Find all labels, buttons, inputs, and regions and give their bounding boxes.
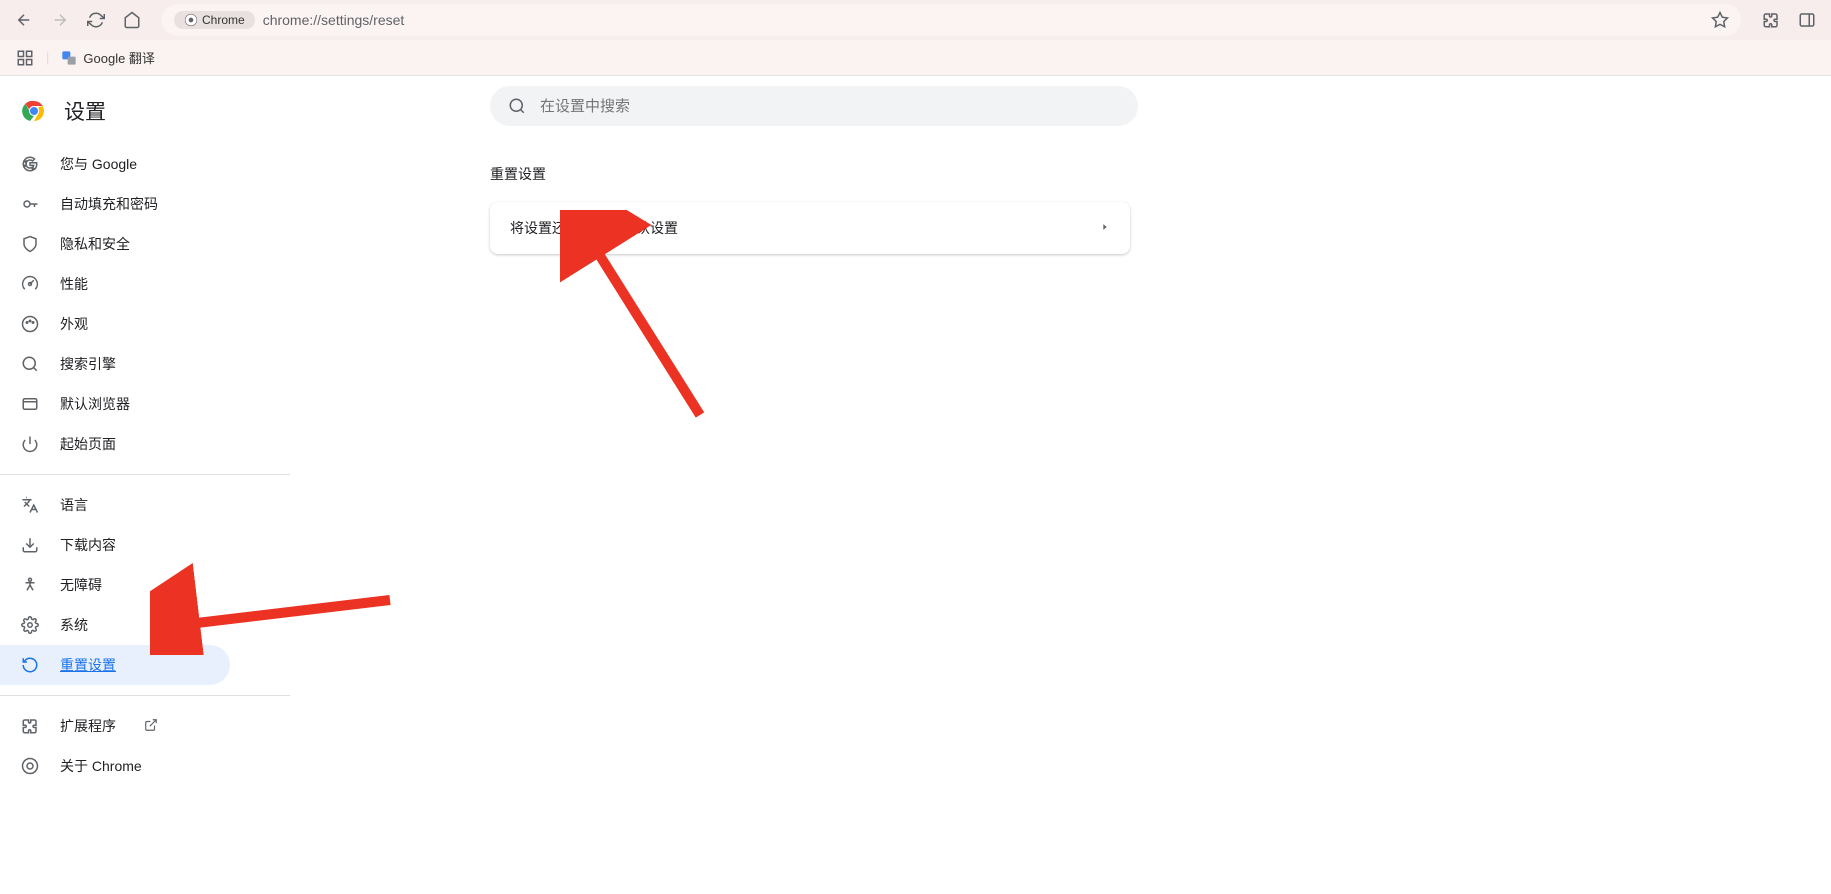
sidebar-item-label: 关于 Chrome xyxy=(60,756,142,776)
sidebar-item-languages[interactable]: 语言 xyxy=(0,485,290,525)
reload-button[interactable] xyxy=(82,6,110,34)
translate-icon xyxy=(61,50,77,66)
arrow-right-icon xyxy=(51,11,69,29)
reset-icon xyxy=(20,655,40,675)
gauge-icon xyxy=(20,274,40,294)
sidebar-divider xyxy=(0,474,290,475)
sidebar-item-label: 性能 xyxy=(60,274,88,294)
palette-icon xyxy=(20,314,40,334)
extensions-button[interactable] xyxy=(1757,6,1785,34)
bookmark-separator: | xyxy=(46,50,49,65)
sidebar-item-privacy[interactable]: 隐私和安全 xyxy=(0,224,290,264)
browser-icon xyxy=(20,394,40,414)
puzzle-icon xyxy=(20,716,40,736)
sidebar-item-label: 外观 xyxy=(60,314,88,334)
sidebar-title: 设置 xyxy=(64,96,106,126)
search-container xyxy=(490,86,1138,126)
settings-search-box[interactable] xyxy=(490,86,1138,126)
accessibility-icon xyxy=(20,575,40,595)
chevron-right-icon xyxy=(1100,219,1110,237)
back-button[interactable] xyxy=(10,6,38,34)
sidebar-item-label: 默认浏览器 xyxy=(60,394,130,414)
sidebar-divider xyxy=(0,695,290,696)
external-link-icon xyxy=(144,718,158,735)
url-chip: Chrome xyxy=(174,11,255,29)
sidebar-item-search-engine[interactable]: 搜索引擎 xyxy=(0,344,290,384)
content-area: 设置 您与 Google 自动填充和密码 隐私和安全 性能 外观 xyxy=(0,76,1831,894)
power-icon xyxy=(20,434,40,454)
card-label: 将设置还原为原始默认设置 xyxy=(510,218,678,238)
sidebar-item-about[interactable]: 关于 Chrome xyxy=(0,746,290,786)
sidebar-item-appearance[interactable]: 外观 xyxy=(0,304,290,344)
search-icon xyxy=(20,354,40,374)
puzzle-icon xyxy=(1762,11,1780,29)
browser-toolbar: Chrome chrome://settings/reset xyxy=(0,0,1831,40)
sidebar-item-reset[interactable]: 重置设置 xyxy=(0,645,230,685)
sidebar-item-label: 无障碍 xyxy=(60,575,102,595)
sidebar-list: 您与 Google 自动填充和密码 隐私和安全 性能 外观 搜索引擎 xyxy=(0,140,290,790)
settings-main: 重置设置 将设置还原为原始默认设置 xyxy=(290,76,1831,894)
chrome-logo-icon xyxy=(22,99,46,123)
sidebar-item-label: 自动填充和密码 xyxy=(60,194,158,214)
reset-settings-card[interactable]: 将设置还原为原始默认设置 xyxy=(490,202,1130,254)
key-icon xyxy=(20,194,40,214)
sidebar-item-label: 重置设置 xyxy=(60,655,116,675)
sidebar-item-label: 隐私和安全 xyxy=(60,234,130,254)
sidebar-item-autofill[interactable]: 自动填充和密码 xyxy=(0,184,290,224)
settings-sidebar: 设置 您与 Google 自动填充和密码 隐私和安全 性能 外观 xyxy=(0,76,290,894)
sidebar-item-you-google[interactable]: 您与 Google xyxy=(0,144,290,184)
shield-icon xyxy=(20,234,40,254)
chrome-icon xyxy=(184,13,198,27)
forward-button[interactable] xyxy=(46,6,74,34)
bookmark-label: Google 翻译 xyxy=(83,48,155,67)
sidebar-item-startup[interactable]: 起始页面 xyxy=(0,424,290,464)
bookmark-google-translate[interactable]: Google 翻译 xyxy=(61,48,155,67)
google-g-icon xyxy=(20,154,40,174)
star-icon[interactable] xyxy=(1711,11,1729,29)
chrome-icon xyxy=(20,756,40,776)
url-chip-label: Chrome xyxy=(202,13,245,27)
sidebar-item-label: 下载内容 xyxy=(60,535,116,555)
sidebar-item-accessibility[interactable]: 无障碍 xyxy=(0,565,290,605)
sidebar-item-performance[interactable]: 性能 xyxy=(0,264,290,304)
reload-icon xyxy=(87,11,105,29)
url-bar[interactable]: Chrome chrome://settings/reset xyxy=(162,4,1741,36)
panel-icon xyxy=(1798,11,1816,29)
sidebar-item-label: 搜索引擎 xyxy=(60,354,116,374)
sidebar-item-default-browser[interactable]: 默认浏览器 xyxy=(0,384,290,424)
settings-search-input[interactable] xyxy=(540,98,1120,115)
apps-grid-icon[interactable] xyxy=(16,49,34,67)
home-icon xyxy=(123,11,141,29)
sidebar-header: 设置 xyxy=(0,76,290,140)
translate-icon xyxy=(20,495,40,515)
sidebar-item-label: 您与 Google xyxy=(60,154,137,174)
gear-icon xyxy=(20,615,40,635)
bookmarks-bar: | Google 翻译 xyxy=(0,40,1831,76)
side-panel-button[interactable] xyxy=(1793,6,1821,34)
sidebar-item-label: 语言 xyxy=(60,495,88,515)
home-button[interactable] xyxy=(118,6,146,34)
sidebar-item-downloads[interactable]: 下载内容 xyxy=(0,525,290,565)
sidebar-item-label: 起始页面 xyxy=(60,434,116,454)
sidebar-item-label: 系统 xyxy=(60,615,88,635)
sidebar-item-label: 扩展程序 xyxy=(60,716,116,736)
arrow-left-icon xyxy=(15,11,33,29)
sidebar-item-system[interactable]: 系统 xyxy=(0,605,290,645)
search-icon xyxy=(508,97,526,115)
section-title: 重置设置 xyxy=(490,164,1831,184)
sidebar-item-extensions[interactable]: 扩展程序 xyxy=(0,706,290,746)
url-text: chrome://settings/reset xyxy=(263,12,405,28)
download-icon xyxy=(20,535,40,555)
